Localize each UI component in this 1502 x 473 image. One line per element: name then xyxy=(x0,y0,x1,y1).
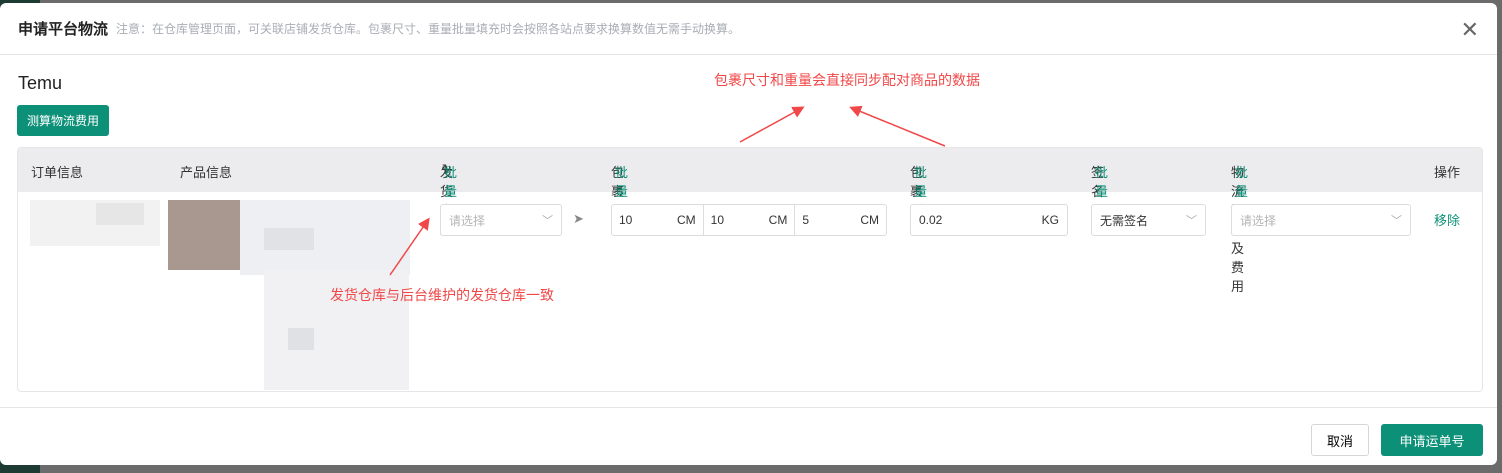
send-icon[interactable]: ➤ xyxy=(573,211,584,227)
col-action: 操作 xyxy=(1434,165,1461,180)
dialog-header: 申请平台物流 注意：在仓库管理页面，可关联店铺发货仓库。包裹尺寸、重量批量填充时… xyxy=(0,3,1497,55)
annotation-size-weight: 包裹尺寸和重量会直接同步配对商品的数据 xyxy=(714,72,980,88)
chevron-down-icon: ﹀ xyxy=(542,215,553,227)
weight-unit: KG xyxy=(1041,213,1059,227)
batch-channel[interactable]: 批量 xyxy=(1235,162,1248,200)
cancel-button[interactable]: 取消 xyxy=(1311,424,1369,456)
batch-weight[interactable]: 批量 xyxy=(914,162,927,200)
dialog-title: 申请平台物流 xyxy=(18,21,109,38)
order-table: 订单信息 产品信息 发货仓库↻批量 包裹尺寸批量 包裹重量批量 签名服务批量 物… xyxy=(17,147,1483,392)
dialog-footer: 取消 申请运单号 xyxy=(0,407,1497,465)
height-value: 5 xyxy=(802,213,810,227)
col-order: 订单信息 xyxy=(31,165,84,180)
width-value: 10 xyxy=(710,213,725,227)
warehouse-placeholder: 请选择 xyxy=(449,213,486,228)
warehouse-select[interactable]: 请选择 ﹀ xyxy=(440,204,562,236)
sign-value: 无需签名 xyxy=(1100,213,1149,228)
weight-input[interactable]: 0.02 KG xyxy=(910,204,1068,236)
length-input[interactable]: 10 CM xyxy=(612,205,704,235)
table-header: 订单信息 产品信息 发货仓库↻批量 包裹尺寸批量 包裹重量批量 签名服务批量 物… xyxy=(18,148,1482,294)
sign-service-select[interactable]: 无需签名 ﹀ xyxy=(1091,204,1206,236)
calc-logistics-fee-button[interactable]: 测算物流费用 xyxy=(17,105,110,136)
dialog-notice: 注意：在仓库管理页面，可关联店铺发货仓库。包裹尺寸、重量批量填充时会按照各站点要… xyxy=(116,22,741,36)
batch-warehouse[interactable]: 批量 xyxy=(444,162,457,200)
chevron-down-icon: ﹀ xyxy=(1391,215,1402,227)
channel-placeholder: 请选择 xyxy=(1240,213,1277,228)
weight-value: 0.02 xyxy=(919,213,943,227)
col-product: 产品信息 xyxy=(180,165,233,180)
width-unit: CM xyxy=(768,213,788,227)
package-size-input: 10 CM 10 CM 5 CM xyxy=(611,204,887,236)
store-name: Temu xyxy=(18,73,63,93)
batch-size[interactable]: 批量 xyxy=(615,162,628,200)
remove-link[interactable]: 移除 xyxy=(1434,210,1460,229)
length-unit: CM xyxy=(677,213,696,227)
height-input[interactable]: 5 CM xyxy=(795,205,886,235)
length-value: 10 xyxy=(619,213,633,227)
chevron-down-icon: ﹀ xyxy=(1186,215,1197,227)
apply-waybill-button[interactable]: 申请运单号 xyxy=(1381,424,1483,456)
batch-sign[interactable]: 批量 xyxy=(1095,162,1108,200)
close-icon[interactable]: ✕ xyxy=(1461,17,1479,43)
channel-select[interactable]: 请选择 ﹀ xyxy=(1231,204,1411,236)
annotation-warehouse: 发货仓库与后台维护的发货仓库一致 xyxy=(330,287,554,303)
width-input[interactable]: 10 CM xyxy=(704,205,796,235)
height-unit: CM xyxy=(860,213,880,227)
